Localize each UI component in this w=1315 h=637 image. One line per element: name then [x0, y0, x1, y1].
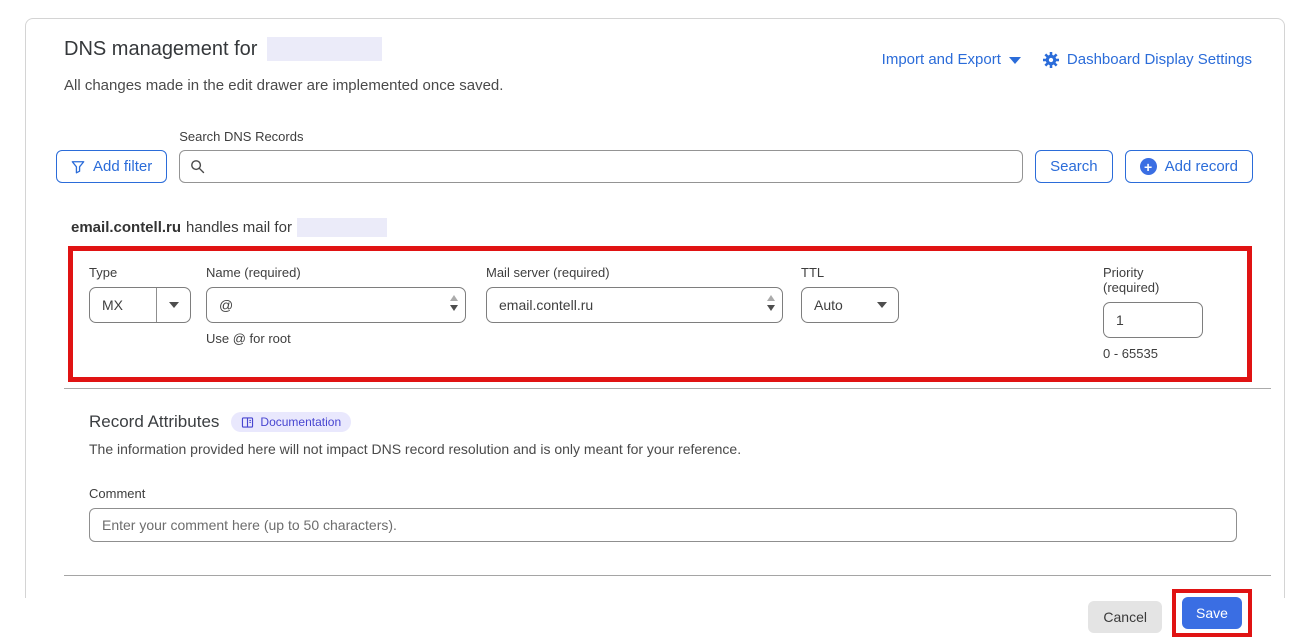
filter-icon	[71, 160, 85, 174]
record-attributes-heading: Record Attributes	[89, 412, 219, 432]
title-wrap: DNS management for	[64, 37, 382, 61]
header-links: Import and Export	[882, 51, 1252, 68]
comment-label: Comment	[89, 486, 1246, 501]
record-attributes-section: Record Attributes Documentation The info…	[26, 389, 1284, 542]
add-filter-button[interactable]: Add filter	[56, 150, 167, 183]
mx-record-banner: email.contell.ru handles mail for	[71, 218, 1246, 237]
stepper-arrows-icon[interactable]	[450, 295, 458, 311]
dns-management-panel: DNS management for Import and Export	[25, 18, 1285, 598]
type-select[interactable]: MX	[89, 287, 191, 323]
mail-server-domain: email.contell.ru	[71, 219, 181, 236]
footer-actions: Cancel Save	[26, 589, 1252, 637]
mail-server-input[interactable]	[486, 287, 783, 323]
ttl-field: TTL Auto	[801, 265, 899, 323]
add-record-button[interactable]: + Add record	[1125, 150, 1253, 183]
name-field: Name (required) Use @ for root	[206, 265, 466, 346]
import-export-label: Import and Export	[882, 51, 1001, 68]
ttl-select-arrow-area	[865, 302, 898, 308]
name-label: Name (required)	[206, 265, 466, 280]
import-export-menu[interactable]: Import and Export	[882, 51, 1021, 68]
search-group: Search DNS Records	[179, 129, 1023, 183]
search-box	[179, 150, 1023, 183]
gear-icon	[1043, 52, 1059, 68]
page-title: DNS management for	[64, 38, 257, 61]
mail-server-input-wrap	[486, 287, 783, 323]
save-annotation-box: Save	[1172, 589, 1252, 637]
priority-hint: 0 - 65535	[1103, 346, 1203, 361]
search-label: Search DNS Records	[179, 129, 1023, 144]
panel-header: DNS management for Import and Export	[26, 19, 1284, 68]
name-hint: Use @ for root	[206, 331, 466, 346]
record-attributes-header: Record Attributes Documentation	[89, 412, 1246, 432]
search-input[interactable]	[213, 159, 1012, 175]
priority-label: Priority (required)	[1103, 265, 1203, 295]
name-input-wrap	[206, 287, 466, 323]
priority-field: Priority (required) 0 - 65535	[1103, 265, 1203, 361]
mail-server-field: Mail server (required)	[486, 265, 783, 323]
chevron-down-icon	[1009, 57, 1021, 64]
redacted-zone-name	[267, 37, 382, 61]
ttl-value: Auto	[802, 297, 865, 313]
dashboard-display-settings-link[interactable]: Dashboard Display Settings	[1043, 51, 1252, 68]
add-filter-label: Add filter	[93, 158, 152, 175]
name-input[interactable]	[206, 287, 466, 323]
type-value: MX	[90, 297, 156, 313]
type-select-arrow-area	[157, 302, 190, 308]
banner-text: handles mail for	[186, 219, 292, 236]
cancel-button[interactable]: Cancel	[1088, 601, 1162, 633]
record-attributes-description: The information provided here will not i…	[89, 441, 1246, 457]
chevron-down-icon	[169, 302, 179, 308]
ttl-label: TTL	[801, 265, 899, 280]
add-record-label: Add record	[1165, 158, 1238, 175]
type-label: Type	[89, 265, 191, 280]
stepper-arrows-icon[interactable]	[767, 295, 775, 311]
record-edit-form-row: Type MX Name (required) Use @ f	[89, 265, 1231, 361]
search-button-label: Search	[1050, 158, 1098, 175]
footer-divider	[64, 575, 1271, 576]
display-settings-label: Dashboard Display Settings	[1067, 51, 1252, 68]
mail-server-label: Mail server (required)	[486, 265, 783, 280]
priority-input[interactable]	[1103, 302, 1203, 338]
record-edit-annotation-box: Type MX Name (required) Use @ f	[68, 246, 1252, 382]
save-button[interactable]: Save	[1182, 597, 1242, 629]
plus-circle-icon: +	[1140, 158, 1157, 175]
ttl-select[interactable]: Auto	[801, 287, 899, 323]
documentation-badge[interactable]: Documentation	[231, 412, 351, 432]
comment-input[interactable]	[89, 508, 1237, 542]
type-field: Type MX	[89, 265, 191, 323]
search-icon	[190, 159, 205, 174]
panel-subtitle: All changes made in the edit drawer are …	[26, 68, 1284, 94]
documentation-label: Documentation	[260, 415, 341, 429]
redacted-zone-name-small	[297, 218, 387, 237]
search-row: Add filter Search DNS Records Search + A…	[56, 129, 1253, 183]
search-button[interactable]: Search	[1035, 150, 1113, 183]
book-icon	[241, 416, 254, 429]
chevron-down-icon	[877, 302, 887, 308]
